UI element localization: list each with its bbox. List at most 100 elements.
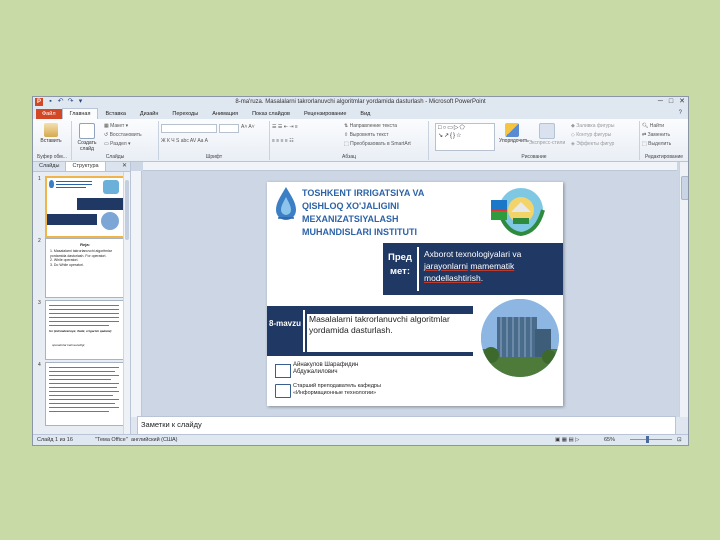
editing-group-label: Редактирование <box>644 154 684 160</box>
building-icon <box>275 384 291 398</box>
slide-thumbnail-2[interactable]: Reja: 1. Masalalarni takrorlanuvchi algo… <box>45 238 125 298</box>
clipboard-icon <box>44 123 58 137</box>
author-name: Айнакулов Шарафидин Абдужалилович <box>293 362 359 375</box>
maximize-icon[interactable]: □ <box>669 97 673 107</box>
paragraph-group: ☰ ☰ ⇤ ⇥ ≡ ≡ ≡ ≡ ≡ ☷ ⇅ Направление текста… <box>270 121 429 160</box>
window-title: 8-ma'ruza. Masalalarni takrorlanuvchi al… <box>235 99 486 105</box>
tab-insert[interactable]: Вставка <box>98 109 132 119</box>
drawing-group: □○▭▷⬠ ↘↗{}☆ Упорядочить Экспресс-стили ◆ … <box>429 121 640 160</box>
font-format-buttons[interactable]: Ж К Ч S abc AV Aa A <box>161 138 208 144</box>
layout-button[interactable]: ▦ Макет ▾ <box>104 123 128 129</box>
clipboard-group-label: Буфер обм... <box>37 154 67 160</box>
close-icon[interactable]: ✕ <box>679 97 685 107</box>
help-icon[interactable]: ? <box>679 110 682 116</box>
tab-transitions[interactable]: Переходы <box>165 109 205 119</box>
topic-box: 8-mavzu Masalalarni takrorlanuvchi algor… <box>267 306 473 356</box>
reset-button[interactable]: ↺ Восстановить <box>104 132 142 138</box>
zoom-slider[interactable] <box>630 436 672 443</box>
minimize-icon[interactable]: ─ <box>658 97 663 107</box>
view-buttons[interactable]: ▣ ▦ ▤ ▷ <box>555 435 579 445</box>
tab-review[interactable]: Рецензирование <box>297 109 353 119</box>
text-direction-button[interactable]: ⇅ Направление текста <box>344 123 397 129</box>
slide-number: 1 <box>38 176 41 182</box>
arrange-button[interactable]: Упорядочить <box>499 123 529 144</box>
section-button[interactable]: ▭ Раздел ▾ <box>104 141 131 147</box>
slide-canvas[interactable]: TOSHKENT IRRIGATSIYA VA QISHLOQ XO'JALIG… <box>267 182 563 406</box>
building-photo <box>481 299 559 377</box>
tab-home[interactable]: Главная <box>61 108 99 119</box>
tab-file[interactable]: Файл <box>36 109 62 119</box>
institute-logo <box>276 187 296 220</box>
fit-slide-icon[interactable]: ⊡ <box>677 435 682 445</box>
tab-slideshow[interactable]: Показ слайдов <box>245 109 297 119</box>
font-name-combo[interactable] <box>161 124 217 133</box>
panel-tabs: Слайды Структура ✕ <box>33 162 130 172</box>
paste-button[interactable]: Вставить <box>37 123 65 144</box>
shape-fill-button[interactable]: ◆ Заливка фигуры <box>571 123 614 129</box>
vertical-ruler <box>131 171 142 417</box>
grow-shrink-font[interactable]: A˄ A˅ <box>241 124 255 130</box>
panel-scrollbar[interactable] <box>123 172 130 434</box>
new-slide-icon <box>79 123 95 139</box>
slide-number: 3 <box>38 300 41 306</box>
ribbon: Вставить Буфер обм... Создать слайд ▦ Ма… <box>33 119 688 162</box>
vertical-scroll-thumb[interactable] <box>681 176 688 200</box>
tab-slides[interactable]: Слайды <box>33 162 65 171</box>
subject-divider <box>417 247 419 291</box>
align-buttons[interactable]: ≡ ≡ ≡ ≡ ☷ <box>272 138 294 144</box>
quick-styles-button[interactable]: Экспресс-стили <box>527 123 567 146</box>
person-icon <box>275 364 291 378</box>
language-indicator[interactable]: английский (США) <box>131 435 178 445</box>
powerpoint-window: P ▪ ↶ ↷ ▾ 8-ma'ruza. Masalalarni takrorl… <box>32 96 689 446</box>
new-slide-button[interactable]: Создать слайд <box>74 123 100 152</box>
logo-icon <box>49 180 54 188</box>
align-text-button[interactable]: ⇳ Выровнять текст <box>344 132 389 138</box>
slides-panel: Слайды Структура ✕ 1 2 Reja: 1. Masalala… <box>33 162 131 434</box>
topic-text[interactable]: Masalalarni takrorlanuvchi algoritmlar y… <box>307 314 473 352</box>
select-button[interactable]: ⬚ Выделить <box>642 141 671 147</box>
smartart-button[interactable]: ⬚ Преобразовать в SmartArt <box>344 141 411 147</box>
slide-thumbnail-1[interactable] <box>45 176 127 238</box>
theme-name[interactable]: "Тема Office" <box>95 435 128 445</box>
slide-thumbnail-3[interactable]: for (initsializatsiya; ifoda; o'zgarish … <box>45 300 125 360</box>
replace-button[interactable]: ⇄ Заменить <box>642 132 670 138</box>
paragraph-group-label: Абзац <box>341 154 357 160</box>
slides-group: Создать слайд ▦ Макет ▾ ↺ Восстановить ▭… <box>72 121 159 160</box>
tab-design[interactable]: Дизайн <box>133 109 166 119</box>
shape-effects-button[interactable]: ◈ Эффекты фигур <box>571 141 614 147</box>
clipboard-group: Вставить Буфер обм... <box>33 121 72 160</box>
font-group: A˄ A˅ Ж К Ч S abc AV Aa A Шрифт <box>159 121 270 160</box>
tab-view[interactable]: Вид <box>353 109 377 119</box>
zoom-slider-knob[interactable] <box>646 436 649 443</box>
slide-editor: TOSHKENT IRRIGATSIYA VA QISHLOQ XO'JALIG… <box>131 162 679 417</box>
slides-group-label: Слайды <box>105 154 125 160</box>
subject-text: Axborot texnologiyalari va jarayonlarni … <box>424 249 522 283</box>
slide-counter: Слайд 1 из 16 <box>37 437 73 443</box>
shape-outline-button[interactable]: ◇ Контур фигуры <box>571 132 611 138</box>
horizontal-ruler <box>143 162 677 171</box>
quick-styles-icon <box>539 123 555 139</box>
zoom-level[interactable]: 65% <box>604 435 615 445</box>
editing-group: 🔍︎ Найти ⇄ Заменить ⬚ Выделить Редактиро… <box>640 121 688 160</box>
font-group-label: Шрифт <box>205 154 223 160</box>
topic-label: 8-mavzu <box>269 319 302 328</box>
close-panel-icon[interactable]: ✕ <box>122 162 127 171</box>
find-button[interactable]: 🔍︎ Найти <box>642 123 664 129</box>
list-buttons[interactable]: ☰ ☰ ⇤ ⇥ ≡ <box>272 124 298 130</box>
tab-outline[interactable]: Структура <box>65 162 106 171</box>
window-controls: ─ □ ✕ <box>658 97 685 107</box>
vertical-scrollbar[interactable] <box>679 162 688 417</box>
notes-pane[interactable]: Заметки к слайду <box>137 416 676 436</box>
subject-box: Пред мет: Axborot texnologiyalari va jar… <box>383 243 563 295</box>
ribbon-tabs: Файл Главная Вставка Дизайн Переходы Ани… <box>33 108 688 119</box>
panel-scroll-thumb[interactable] <box>125 180 129 240</box>
emblem-icon <box>103 180 119 194</box>
slide-thumbnail-4[interactable] <box>45 362 125 426</box>
arrange-icon <box>505 123 519 137</box>
font-size-combo[interactable] <box>219 124 239 133</box>
drawing-group-label: Рисование <box>521 154 547 160</box>
shapes-gallery[interactable]: □○▭▷⬠ ↘↗{}☆ <box>435 123 495 151</box>
subject-label: Пред мет: <box>388 252 412 277</box>
tab-animations[interactable]: Анимация <box>205 109 245 119</box>
uzbekistan-emblem <box>491 188 545 236</box>
